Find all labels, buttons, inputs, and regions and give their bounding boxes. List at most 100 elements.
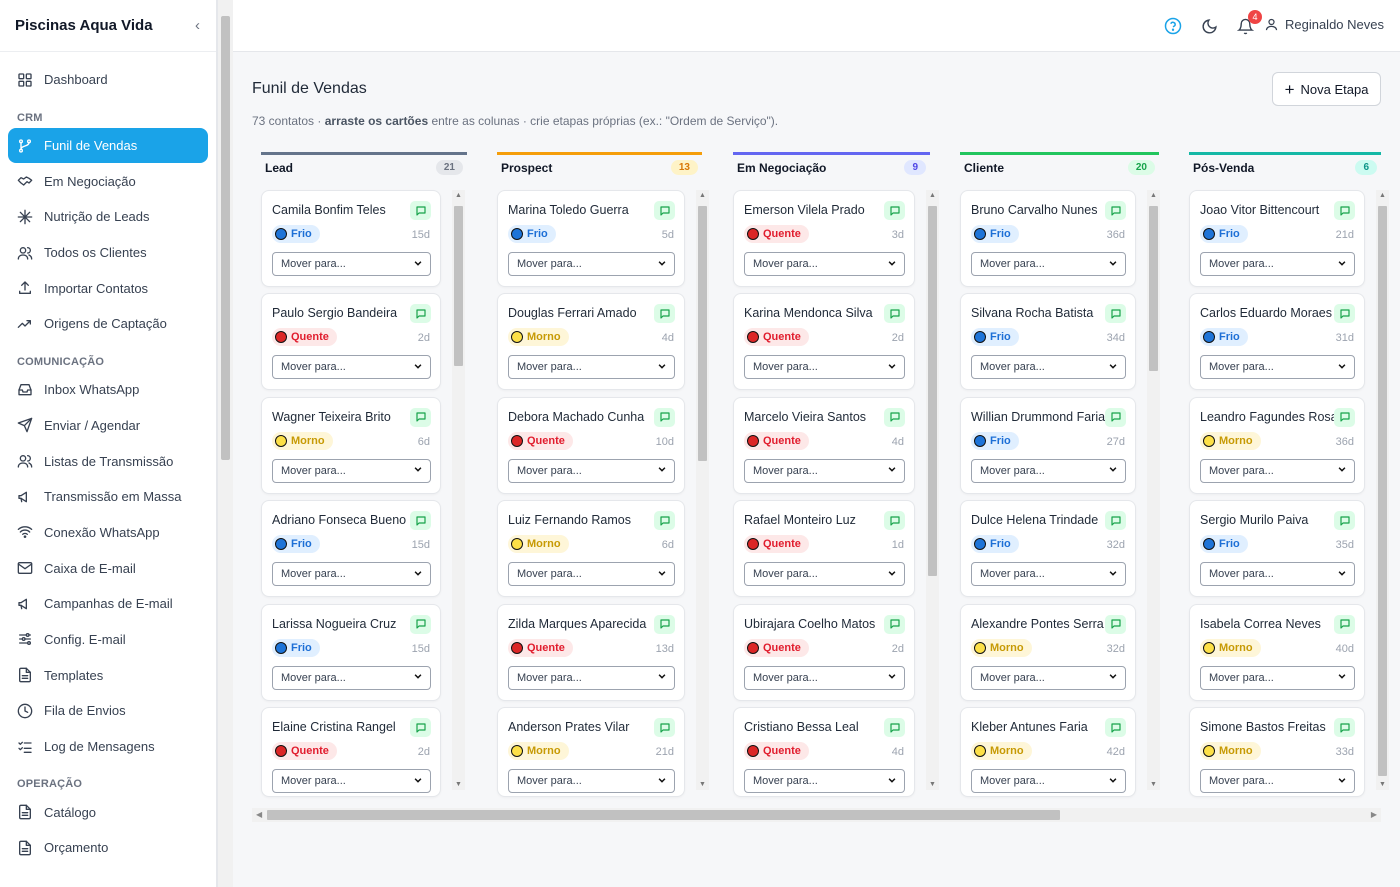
sidebar-item-nutric-a-o-de-leads[interactable]: Nutrição de Leads (8, 199, 208, 235)
sidebar-item-funil-de-vendas[interactable]: Funil de Vendas (8, 127, 208, 164)
contact-card[interactable]: Debora Machado Cunha Quente 10d Mover para.… (497, 396, 685, 494)
contact-card[interactable]: Simone Bastos Freitas Morno 33d Mover para.… (1189, 707, 1365, 797)
whatsapp-chat-icon[interactable] (884, 201, 905, 220)
move-to-select[interactable]: Mover para... (744, 355, 905, 380)
scrollbar-thumb[interactable] (454, 206, 463, 366)
collapse-sidebar-icon[interactable]: ‹ (195, 17, 200, 34)
user-menu[interactable]: Reginaldo Neves (1264, 17, 1384, 32)
contact-card[interactable]: Sergio Murilo Paiva Frio 35d Mover para... (1189, 500, 1365, 598)
whatsapp-chat-icon[interactable] (654, 201, 675, 220)
contact-card[interactable]: Rafael Monteiro Luz Quente 1d Mover para... (733, 500, 915, 598)
move-to-select[interactable]: Mover para... (1200, 562, 1355, 587)
column-scrollbar[interactable]: ▲ ▼ (696, 190, 709, 790)
contact-card[interactable]: Cristiano Bessa Leal Quente 4d Mover para..… (733, 707, 915, 797)
column-scrollbar[interactable]: ▲ ▼ (452, 190, 465, 790)
whatsapp-chat-icon[interactable] (410, 407, 431, 427)
move-to-select[interactable]: Mover para... (508, 458, 675, 483)
move-to-select[interactable]: Mover para... (1200, 665, 1355, 690)
help-icon[interactable] (1163, 16, 1183, 36)
move-to-select[interactable]: Mover para... (744, 769, 905, 793)
scrollbar-thumb[interactable] (928, 206, 937, 576)
whatsapp-chat-icon[interactable] (654, 304, 675, 324)
move-to-select[interactable]: Mover para... (508, 769, 675, 793)
contact-card[interactable]: Alexandre Pontes Serra Morno 32d Mover para… (960, 603, 1136, 701)
move-to-select[interactable]: Mover para... (272, 458, 431, 483)
scrollbar-thumb[interactable] (267, 810, 1060, 820)
move-to-select[interactable]: Mover para... (971, 769, 1126, 793)
move-to-select[interactable]: Mover para... (272, 665, 431, 690)
scrollbar-thumb[interactable] (1378, 206, 1387, 776)
sidebar-item-log-de-mensagens[interactable]: Log de Mensagens (8, 729, 208, 765)
move-to-select[interactable]: Mover para... (508, 665, 675, 690)
contact-card[interactable]: Elaine Cristina Rangel Quente 2d Mover para… (261, 707, 441, 797)
sidebar-item-listas-de-transmissa-o[interactable]: Listas de Transmissão (8, 443, 208, 479)
move-to-select[interactable]: Mover para... (1200, 252, 1355, 276)
sidebar-item-cata-logo[interactable]: Catálogo (8, 794, 208, 830)
contact-card[interactable]: Kleber Antunes Faria Morno 42d Mover para..… (960, 707, 1136, 797)
moon-icon[interactable] (1199, 16, 1219, 36)
whatsapp-chat-icon[interactable] (1334, 407, 1355, 427)
contact-card[interactable]: Luiz Fernando Ramos Morno 6d Mover para... (497, 500, 685, 598)
whatsapp-chat-icon[interactable] (884, 511, 905, 531)
contact-card[interactable]: Ubirajara Coelho Matos Quente 2d Mover para… (733, 603, 915, 701)
column-scrollbar[interactable]: ▲ ▼ (1147, 190, 1160, 790)
move-to-select[interactable]: Mover para... (508, 355, 675, 380)
move-to-select[interactable]: Mover para... (1200, 355, 1355, 380)
move-to-select[interactable]: Mover para... (1200, 769, 1355, 793)
move-to-select[interactable]: Mover para... (272, 252, 431, 276)
scroll-down-arrow[interactable]: ▼ (1150, 781, 1157, 788)
whatsapp-chat-icon[interactable] (1334, 614, 1355, 634)
contact-card[interactable]: Zilda Marques Aparecida Quente 13d Mover pa… (497, 603, 685, 701)
contact-card[interactable]: Bruno Carvalho Nunes Frio 36d Mover para... (960, 190, 1136, 287)
new-stage-button[interactable]: + Nova Etapa (1272, 72, 1381, 106)
whatsapp-chat-icon[interactable] (884, 304, 905, 324)
scroll-up-arrow[interactable]: ▲ (1150, 192, 1157, 199)
whatsapp-chat-icon[interactable] (410, 304, 431, 324)
scrollbar-thumb[interactable] (698, 206, 707, 461)
scrollbar-thumb[interactable] (221, 16, 230, 460)
move-to-select[interactable]: Mover para... (508, 252, 675, 276)
move-to-select[interactable]: Mover para... (971, 355, 1126, 380)
contact-card[interactable]: Silvana Rocha Batista Frio 34d Mover para..… (960, 293, 1136, 391)
move-to-select[interactable]: Mover para... (971, 665, 1126, 690)
whatsapp-chat-icon[interactable] (884, 718, 905, 737)
scroll-down-arrow[interactable]: ▼ (455, 781, 462, 788)
contact-card[interactable]: Camila Bonfim Teles Frio 15d Mover para... (261, 190, 441, 287)
contact-card[interactable]: Dulce Helena Trindade Frio 32d Mover para..… (960, 500, 1136, 598)
board-horizontal-scrollbar[interactable]: ◀ ▶ (252, 808, 1381, 822)
bell-icon[interactable]: 4 (1235, 10, 1262, 36)
move-to-select[interactable]: Mover para... (272, 355, 431, 380)
contact-card[interactable]: Joao Vitor Bittencourt Frio 21d Mover para.… (1189, 190, 1365, 287)
whatsapp-chat-icon[interactable] (1334, 718, 1355, 737)
move-to-select[interactable]: Mover para... (971, 458, 1126, 483)
whatsapp-chat-icon[interactable] (1105, 511, 1126, 531)
whatsapp-chat-icon[interactable] (654, 511, 675, 531)
scroll-up-arrow[interactable]: ▲ (1379, 192, 1386, 199)
scroll-right-arrow[interactable]: ▶ (1371, 810, 1377, 819)
scroll-left-arrow[interactable]: ◀ (256, 810, 262, 819)
whatsapp-chat-icon[interactable] (1105, 304, 1126, 324)
scrollbar-thumb[interactable] (1149, 206, 1158, 371)
whatsapp-chat-icon[interactable] (410, 511, 431, 531)
sidebar-scrollbar[interactable] (217, 0, 233, 887)
whatsapp-chat-icon[interactable] (884, 614, 905, 634)
sidebar-item-em-negociac-a-o[interactable]: Em Negociação (8, 163, 208, 199)
whatsapp-chat-icon[interactable] (410, 201, 431, 220)
move-to-select[interactable]: Mover para... (971, 562, 1126, 587)
whatsapp-chat-icon[interactable] (654, 614, 675, 634)
whatsapp-chat-icon[interactable] (1334, 201, 1355, 220)
contact-card[interactable]: Larissa Nogueira Cruz Frio 15d Mover para..… (261, 603, 441, 701)
scroll-up-arrow[interactable]: ▲ (699, 192, 706, 199)
contact-card[interactable]: Isabela Correa Neves Morno 40d Mover para..… (1189, 603, 1365, 701)
contact-card[interactable]: Wagner Teixeira Brito Morno 6d Mover para..… (261, 396, 441, 494)
contact-card[interactable]: Emerson Vilela Prado Quente 3d Mover para..… (733, 190, 915, 287)
whatsapp-chat-icon[interactable] (410, 614, 431, 634)
move-to-select[interactable]: Mover para... (508, 562, 675, 587)
scroll-down-arrow[interactable]: ▼ (1379, 781, 1386, 788)
contact-card[interactable]: Leandro Fagundes Rosa Morno 36d Mover para.… (1189, 396, 1365, 494)
sidebar-item-importar-contatos[interactable]: Importar Contatos (8, 270, 208, 306)
sidebar-item-caixa-de-e-mail[interactable]: Caixa de E-mail (8, 550, 208, 586)
contact-card[interactable]: Anderson Prates Vilar Morno 21d Mover para.… (497, 707, 685, 797)
contact-card[interactable]: Paulo Sergio Bandeira Quente 2d Mover para.… (261, 293, 441, 391)
sidebar-item-config-e-mail[interactable]: Config. E-mail (8, 622, 208, 658)
